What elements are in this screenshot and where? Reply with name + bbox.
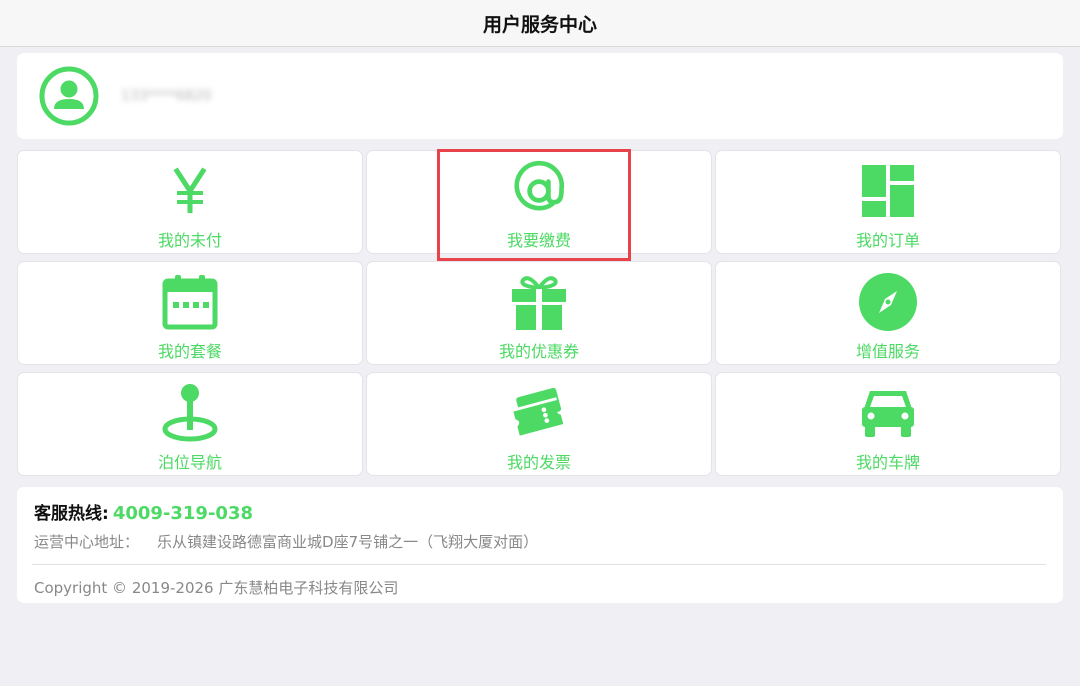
- car-icon: [858, 383, 918, 443]
- user-name: 133****6820: [121, 88, 212, 104]
- tile-label: 我的套餐: [157, 342, 222, 361]
- tile-label: 我要缴费: [506, 231, 571, 250]
- tile-label: 我的订单: [855, 231, 920, 250]
- dashboard-icon: [858, 161, 918, 221]
- gift-icon: [509, 272, 569, 332]
- compass-icon: [858, 272, 918, 332]
- location-pin-icon: [160, 383, 220, 443]
- tile-value-added[interactable]: 增值服务: [715, 261, 1061, 365]
- tile-my-invoices[interactable]: 我的发票: [366, 372, 712, 476]
- hotline-row: 客服热线: 4009-319-038: [34, 499, 1046, 524]
- yuan-icon: [160, 161, 220, 221]
- address-row: 运营中心地址： 乐从镇建设路德富商业城D座7号铺之一（飞翔大厦对面）: [34, 531, 1046, 552]
- tile-my-orders[interactable]: 我的订单: [715, 150, 1061, 254]
- tile-label: 我的优惠券: [498, 342, 579, 361]
- address-label: 运营中心地址：: [34, 533, 140, 551]
- footer-divider: [32, 564, 1046, 565]
- user-card[interactable]: 133****6820: [17, 53, 1063, 139]
- calendar-icon: [160, 272, 220, 332]
- tile-my-plates[interactable]: 我的车牌: [715, 372, 1061, 476]
- at-icon: [509, 160, 569, 221]
- tile-label: 泊位导航: [157, 453, 222, 472]
- tile-label: 增值服务: [855, 342, 920, 361]
- user-avatar-icon[interactable]: [39, 66, 99, 126]
- tile-label: 我的车牌: [855, 453, 920, 472]
- ticket-icon: [509, 383, 569, 443]
- hotline-label: 客服热线:: [34, 504, 109, 524]
- app-header: 用户服务中心: [0, 0, 1080, 47]
- tile-label: 我的未付: [157, 231, 222, 250]
- service-grid: 我的未付 我要缴费 我的订单 我的套餐 我的优惠券 增值服务 泊位导航 我的发票…: [17, 149, 1063, 476]
- address-value: 乐从镇建设路德富商业城D座7号铺之一（飞翔大厦对面）: [157, 533, 539, 551]
- tile-my-unpaid[interactable]: 我的未付: [17, 150, 363, 254]
- tile-berth-navigation[interactable]: 泊位导航: [17, 372, 363, 476]
- tile-label: 我的发票: [506, 453, 571, 472]
- footer-info: 客服热线: 4009-319-038 运营中心地址： 乐从镇建设路德富商业城D座…: [17, 487, 1063, 603]
- copyright-text: Copyright © 2019-2026 广东慧柏电子科技有限公司: [34, 579, 399, 597]
- page-title: 用户服务中心: [482, 13, 597, 36]
- tile-pay-fee[interactable]: 我要缴费: [366, 149, 712, 261]
- hotline-number[interactable]: 4009-319-038: [113, 503, 253, 524]
- tile-my-package[interactable]: 我的套餐: [17, 261, 363, 365]
- tile-my-coupons[interactable]: 我的优惠券: [366, 261, 712, 365]
